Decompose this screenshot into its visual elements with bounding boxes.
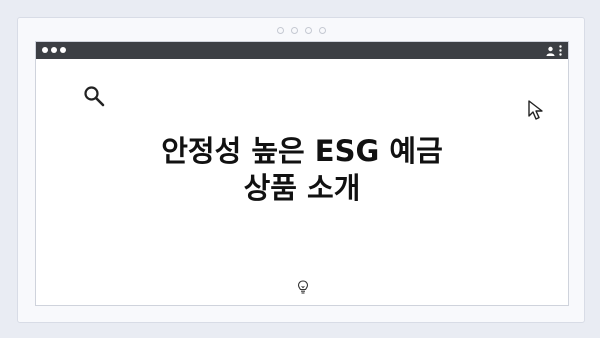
window-controls — [42, 47, 66, 53]
search-icon[interactable] — [83, 85, 105, 111]
page-title-line-2: 상품 소개 — [243, 171, 361, 205]
window-close-dot[interactable] — [42, 47, 48, 53]
kebab-menu-icon[interactable] — [559, 45, 562, 56]
browser-window: 안정성 높은 ESG 예금 상품 소개 — [35, 41, 569, 306]
window-minimize-dot[interactable] — [51, 47, 57, 53]
pager-dot-1[interactable] — [276, 27, 284, 34]
pager-dot-2[interactable] — [290, 27, 298, 34]
browser-titlebar — [36, 42, 568, 59]
page-title-line-1: 안정성 높은 ESG 예금 — [161, 134, 443, 168]
pager-dots — [18, 27, 584, 34]
window-maximize-dot[interactable] — [60, 47, 66, 53]
titlebar-actions — [546, 45, 562, 56]
page-title: 안정성 높은 ESG 예금 상품 소개 — [76, 133, 528, 207]
pager-dot-4[interactable] — [318, 27, 326, 34]
pager-dot-3[interactable] — [304, 27, 312, 34]
outer-frame: 안정성 높은 ESG 예금 상품 소개 — [17, 17, 585, 323]
user-icon[interactable] — [546, 46, 555, 56]
cursor-icon — [527, 99, 547, 125]
browser-content: 안정성 높은 ESG 예금 상품 소개 — [36, 59, 568, 305]
lightbulb-icon — [297, 280, 309, 299]
